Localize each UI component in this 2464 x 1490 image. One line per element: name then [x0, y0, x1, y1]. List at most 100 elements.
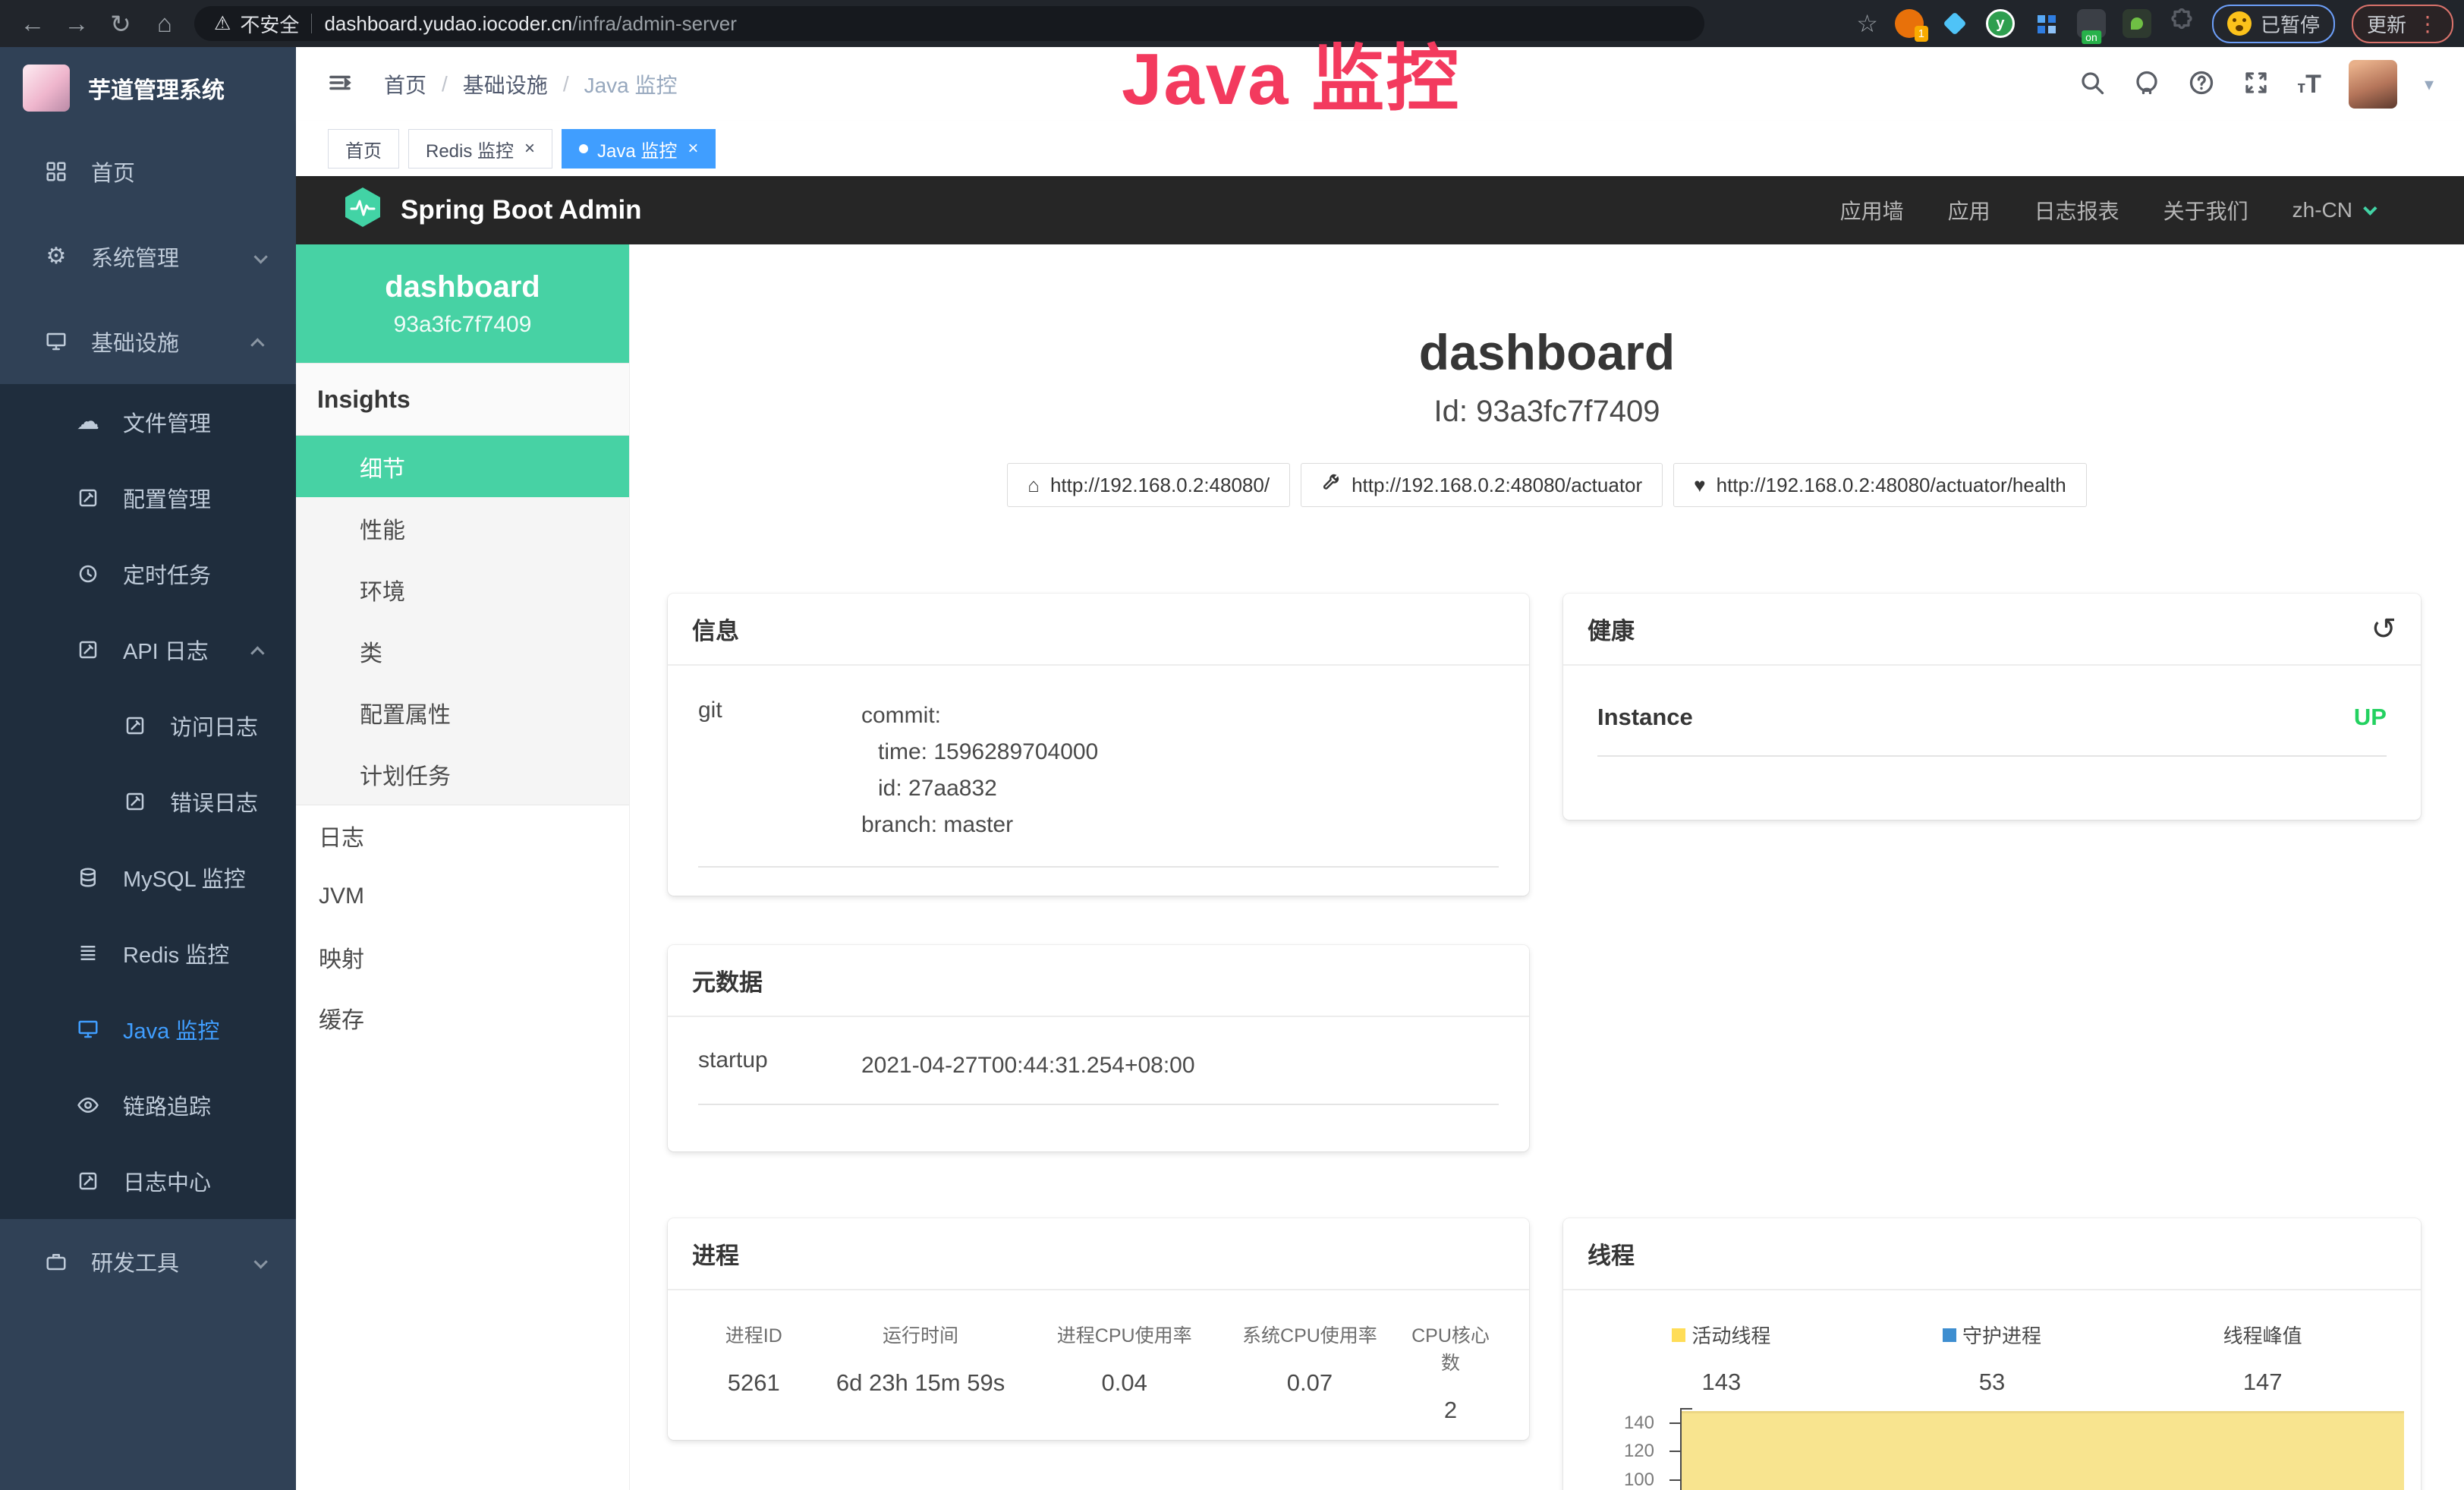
sba-item-details[interactable]: 细节 — [296, 436, 629, 497]
extension-pin-icon[interactable] — [1940, 9, 1969, 38]
history-icon[interactable]: ↺ — [2371, 612, 2396, 647]
sidebar-item-java-monitor[interactable]: Java 监控 — [0, 991, 296, 1067]
sidebar-item-scheduled-jobs[interactable]: 定时任务 — [0, 536, 296, 612]
instance-id-line: Id: 93a3fc7f7409 — [630, 395, 2464, 429]
sidebar-item-access-logs[interactable]: 访问日志 — [0, 688, 296, 764]
sba-item-caches[interactable]: 缓存 — [296, 988, 629, 1048]
sba-item-environment[interactable]: 环境 — [296, 559, 629, 620]
sidebar-item-label: 系统管理 — [91, 241, 179, 272]
tab-label: Redis 监控 — [426, 136, 514, 162]
sidebar-item-mysql-monitor[interactable]: MySQL 监控 — [0, 840, 296, 915]
breadcrumb-current: Java 监控 — [584, 69, 678, 99]
daemon-threads-value: 53 — [1857, 1369, 2128, 1396]
sidebar-item-api-logs[interactable]: API 日志 — [0, 612, 296, 688]
instance-block[interactable]: dashboard 93a3fc7f7409 — [296, 244, 629, 363]
github-icon[interactable] — [2133, 69, 2160, 100]
sba-item-logs[interactable]: 日志 — [296, 805, 629, 866]
actuator-url-button[interactable]: http://192.168.0.2:48080/actuator — [1301, 463, 1663, 507]
sba-item-classes[interactable]: 类 — [296, 620, 629, 682]
sidebar-item-home[interactable]: 首页 — [0, 129, 296, 214]
log-icon — [76, 1169, 100, 1193]
admin-header-actions: тT ▾ — [2079, 60, 2434, 109]
tab-java-monitor[interactable]: Java 监控 × — [562, 129, 716, 169]
sba-nav-about[interactable]: 关于我们 — [2163, 195, 2248, 225]
sba-item-mappings[interactable]: 映射 — [296, 927, 629, 988]
reload-icon[interactable]: ↻ — [99, 9, 143, 39]
sidebar-collapse-icon[interactable] — [326, 69, 354, 100]
update-button[interactable]: 更新 ⋮ — [2352, 5, 2453, 43]
url-path: /infra/admin-server — [572, 12, 737, 36]
back-icon[interactable]: ← — [11, 9, 55, 38]
sidebar-item-log-center[interactable]: 日志中心 — [0, 1143, 296, 1219]
git-id-line: id: 27aa832 — [861, 770, 1499, 807]
paused-badge[interactable]: 已暂停 — [2212, 5, 2335, 43]
not-secure-warning-icon: ⚠ — [214, 12, 231, 35]
sidebar-item-label: 基础设施 — [91, 326, 179, 358]
metadata-card-title: 元数据 — [668, 945, 1529, 1017]
service-url-button[interactable]: ⌂ http://192.168.0.2:48080/ — [1007, 463, 1290, 507]
uptime-value: 6d 23h 15m 59s — [810, 1369, 1032, 1397]
locale-selector[interactable]: zh-CN — [2292, 198, 2373, 222]
clock-icon — [76, 562, 100, 586]
app-logo-row[interactable]: 芋道管理系统 — [0, 47, 296, 129]
sidebar-item-label: 研发工具 — [91, 1246, 179, 1277]
health-card: 健康 ↺ Instance UP — [1563, 594, 2421, 820]
log-icon — [76, 638, 100, 662]
sba-sidebar: dashboard 93a3fc7f7409 Insights 细节 性能 环境… — [296, 244, 630, 1490]
tab-home[interactable]: 首页 — [328, 129, 399, 169]
sidebar-item-tracing[interactable]: 链路追踪 — [0, 1067, 296, 1143]
sba-header: Spring Boot Admin 应用墙 应用 日志报表 关于我们 zh-CN — [296, 176, 2464, 244]
extension-leaf-icon[interactable] — [2123, 9, 2151, 38]
sidebar-item-dev-tools[interactable]: 研发工具 — [0, 1219, 296, 1304]
sba-item-jvm[interactable]: JVM — [296, 866, 629, 927]
close-icon[interactable]: × — [688, 138, 698, 159]
sidebar-item-file-manage[interactable]: ☁ 文件管理 — [0, 384, 296, 460]
tab-label: 首页 — [345, 136, 382, 162]
user-caret-icon[interactable]: ▾ — [2425, 74, 2434, 96]
legend-label: 守护进程 — [1962, 1321, 2041, 1349]
sba-nav-wall[interactable]: 应用墙 — [1840, 195, 1904, 225]
sba-item-performance[interactable]: 性能 — [296, 497, 629, 559]
sidebar-item-infra[interactable]: 基础设施 — [0, 299, 296, 384]
tab-redis-monitor[interactable]: Redis 监控 × — [408, 129, 552, 169]
instance-links: ⌂ http://192.168.0.2:48080/ http://192.1… — [630, 463, 2464, 507]
extension-y-icon[interactable]: y — [1986, 9, 2015, 38]
fullscreen-icon[interactable] — [2242, 69, 2270, 100]
browser-menu-icon[interactable]: ⋮ — [2417, 11, 2438, 36]
home-icon[interactable]: ⌂ — [143, 9, 187, 38]
close-icon[interactable]: × — [524, 138, 535, 159]
breadcrumb-home[interactable]: 首页 — [384, 69, 426, 99]
bookmark-star-icon[interactable]: ☆ — [1856, 9, 1878, 38]
sidebar-item-config-manage[interactable]: 配置管理 — [0, 460, 296, 536]
user-avatar[interactable] — [2349, 60, 2397, 109]
not-secure-label[interactable]: 不安全 — [240, 10, 299, 38]
search-icon[interactable] — [2079, 69, 2106, 100]
sba-nav-journal[interactable]: 日志报表 — [2034, 195, 2119, 225]
sba-item-config-props[interactable]: 配置属性 — [296, 682, 629, 743]
legend-label: 线程峰值 — [2223, 1321, 2302, 1349]
breadcrumb-infra[interactable]: 基础设施 — [463, 69, 548, 99]
insights-items: 细节 性能 环境 类 配置属性 计划任务 — [296, 435, 629, 805]
grid-cells — [2038, 15, 2045, 23]
extension-grid-icon[interactable] — [2031, 9, 2060, 38]
extension-orange-icon[interactable]: 1 — [1895, 9, 1924, 38]
process-table: 进程ID 5261 运行时间 6d 23h 15m 59s 进程CPU使用率 0… — [668, 1290, 1529, 1424]
health-url-button[interactable]: ♥ http://192.168.0.2:48080/actuator/heal… — [1673, 463, 2087, 507]
address-bar[interactable]: ⚠ 不安全 dashboard.yudao.iocoder.cn/infra/a… — [194, 6, 1704, 41]
spring-boot-admin: Spring Boot Admin 应用墙 应用 日志报表 关于我们 zh-CN — [296, 176, 2464, 1490]
git-time-line: time: 1596289704000 — [861, 734, 1499, 770]
info-key: git — [698, 698, 861, 843]
font-size-icon[interactable]: тT — [2297, 70, 2321, 99]
sba-item-scheduled-tasks[interactable]: 计划任务 — [296, 743, 629, 805]
sidebar-item-redis-monitor[interactable]: ≣ Redis 监控 — [0, 915, 296, 991]
extension-switch-icon[interactable]: on — [2077, 9, 2106, 38]
sba-brand[interactable]: Spring Boot Admin — [343, 186, 642, 235]
sidebar-item-system[interactable]: ⚙ 系统管理 — [0, 214, 296, 299]
sidebar-item-error-logs[interactable]: 错误日志 — [0, 764, 296, 840]
screenshot-root: ← → ↻ ⌂ ⚠ 不安全 dashboard.yudao.iocoder.cn… — [0, 0, 2464, 1490]
extensions-puzzle-icon[interactable] — [2168, 8, 2195, 39]
sba-logo-icon — [343, 186, 382, 235]
forward-icon[interactable]: → — [55, 9, 99, 38]
help-icon[interactable] — [2188, 69, 2215, 100]
sba-nav-applications[interactable]: 应用 — [1948, 195, 1990, 225]
